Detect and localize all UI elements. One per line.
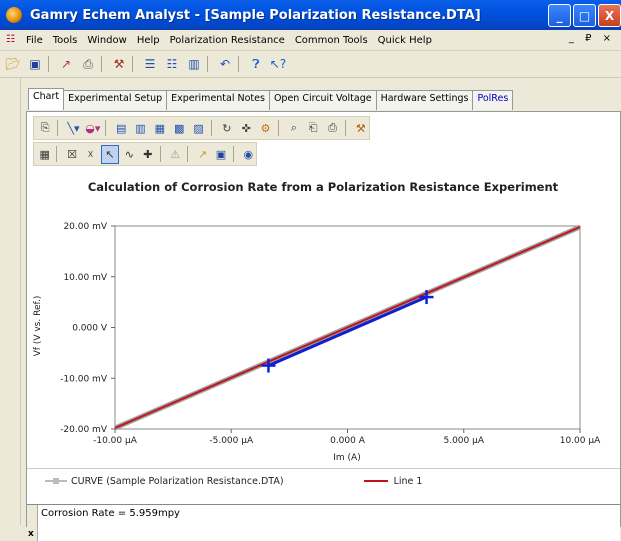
copy-icon[interactable]: ⎘ — [37, 120, 53, 137]
document-panel: Chart Experimental Setup Experimental No… — [22, 84, 621, 541]
grid-icon[interactable]: ▩ — [171, 120, 187, 137]
legend-item-curve[interactable]: CURVE (Sample Polarization Resistance.DT… — [45, 476, 284, 487]
help-icon[interactable]: ❓︎ — [247, 55, 265, 73]
legend-line1-label: Line 1 — [393, 475, 423, 487]
tab-experimental-setup[interactable]: Experimental Setup — [63, 90, 168, 110]
legend-curve-label: CURVE (Sample Polarization Resistance.DT… — [71, 475, 284, 487]
close-button[interactable]: X — [598, 4, 621, 27]
chart-toolbar-1: ⎘ ╲▾ ◒▾ ▤ ▥ ▦ ▩ ▨ ↻ ✜ ⚙ ⌕ ⎗ ⎙ ⚒ — [33, 116, 370, 140]
save-chart-icon[interactable]: ▣ — [213, 146, 228, 163]
tile-horizontal-icon[interactable]: ☰ — [141, 55, 159, 73]
menu-tools[interactable]: Tools — [53, 35, 78, 46]
chart-view-3-icon[interactable]: ▦ — [152, 120, 168, 137]
main-toolbar: 📂︎ ▣ ↗ ⎙ ⚒ ☰ ☷ ▥ ↶ ❓︎ ↖? — [0, 51, 621, 78]
y-tick-label: 20.00 mV — [63, 222, 107, 232]
cursor-y-icon[interactable]: ☓ — [83, 146, 98, 163]
x-axis-label: Im (A) — [333, 453, 360, 463]
menu-help[interactable]: Help — [137, 35, 160, 46]
tab-chart[interactable]: Chart — [28, 88, 65, 110]
gallery-icon[interactable]: ▨ — [190, 120, 206, 137]
zoom-icon[interactable]: ⌕ — [286, 120, 302, 137]
tools-icon[interactable]: ⚒ — [353, 120, 369, 137]
x-tick-label: -10.00 µA — [93, 436, 138, 446]
polarization-chart[interactable]: Calculation of Corrosion Rate from a Pol… — [27, 174, 620, 464]
x-tick-label: 10.00 µA — [560, 436, 601, 446]
color-icon[interactable]: ◒▾ — [85, 120, 101, 137]
save-icon[interactable]: ▣ — [26, 55, 44, 73]
x-tick-label: -5.000 µA — [209, 436, 254, 446]
menu-polarization-resistance[interactable]: Polarization Resistance — [170, 35, 285, 46]
results-panel-grip[interactable]: x — [27, 505, 38, 541]
crosshair-icon[interactable]: ✚ — [140, 146, 155, 163]
results-panel: x Corrosion Rate = 5.959mpy — [27, 504, 620, 541]
title-bar: Gamry Echem Analyst - [Sample Polarizati… — [0, 0, 621, 30]
x-tick-label: 5.000 µA — [443, 436, 484, 446]
left-dock-strip — [0, 78, 21, 525]
print-icon[interactable]: ⎙ — [79, 55, 97, 73]
minimize-button[interactable]: _ — [548, 4, 571, 27]
corrosion-rate-text: Corrosion Rate = 5.959mpy — [41, 508, 180, 519]
menu-bar: ☷ File Tools Window Help Polarization Re… — [0, 30, 621, 51]
view-icon[interactable]: ◉ — [241, 146, 256, 163]
menu-file[interactable]: File — [26, 35, 43, 46]
properties-icon[interactable]: ⚙ — [257, 120, 273, 137]
y-axis-label: Vf (V vs. Ref.) — [33, 296, 43, 357]
freehand-icon[interactable]: ∿ — [122, 146, 137, 163]
menu-common-tools[interactable]: Common Tools — [295, 35, 368, 46]
export-icon[interactable]: ⎗ — [305, 120, 321, 137]
app-icon — [6, 7, 22, 23]
menu-quick-help[interactable]: Quick Help — [378, 35, 432, 46]
y-tick-label: -20.00 mV — [60, 425, 108, 435]
chart-title: Calculation of Corrosion Rate from a Pol… — [88, 180, 559, 194]
menu-window[interactable]: Window — [87, 35, 126, 46]
chart-view-2-icon[interactable]: ▥ — [132, 120, 148, 137]
window-title: Gamry Echem Analyst - [Sample Polarizati… — [30, 7, 481, 23]
legend-item-line1[interactable]: Line 1 — [363, 475, 423, 487]
tab-polres[interactable]: PolRes — [472, 90, 514, 110]
cursor-x-icon[interactable]: ☒ — [64, 146, 79, 163]
mdi-controls[interactable]: _ ₽ × — [569, 33, 615, 44]
data-table-icon[interactable]: ▦ — [37, 146, 52, 163]
analysis-icon[interactable]: ⚒ — [110, 55, 128, 73]
undo-icon[interactable]: ↶ — [216, 55, 234, 73]
chart-toolbar-2: ▦ ☒ ☓ ↖ ∿ ✚ ⚠ ↗ ▣ ◉ — [33, 142, 257, 166]
tile-stack-icon[interactable]: ☷ — [163, 55, 181, 73]
y-tick-label: 10.00 mV — [63, 273, 107, 283]
tab-experimental-notes[interactable]: Experimental Notes — [166, 90, 270, 110]
tab-hardware-settings[interactable]: Hardware Settings — [375, 90, 474, 110]
pan-icon[interactable]: ✜ — [238, 120, 254, 137]
y-tick-label: -10.00 mV — [60, 374, 108, 384]
print-chart-icon[interactable]: ⎙ — [324, 120, 340, 137]
x-tick-label: 0.000 A — [330, 436, 366, 446]
chart-icon[interactable]: ↗ — [57, 55, 75, 73]
chart-tab-body: ⎘ ╲▾ ◒▾ ▤ ▥ ▦ ▩ ▨ ↻ ✜ ⚙ ⌕ ⎗ ⎙ ⚒ ▦ ☒ ☓ ↖ … — [26, 111, 621, 541]
tab-strip: Chart Experimental Setup Experimental No… — [28, 88, 514, 110]
warning-icon: ⚠ — [170, 147, 181, 161]
chart-type-icon[interactable]: ╲▾ — [65, 120, 81, 137]
select-pointer-icon[interactable]: ↖ — [101, 144, 119, 164]
tile-vertical-icon[interactable]: ▥ — [185, 55, 203, 73]
chart-legend: CURVE (Sample Polarization Resistance.DT… — [27, 468, 620, 493]
chart-view-1-icon[interactable]: ▤ — [113, 120, 129, 137]
document-icon[interactable]: ☷ — [6, 34, 16, 46]
chart-area[interactable]: Calculation of Corrosion Rate from a Pol… — [27, 174, 620, 464]
rotate-icon[interactable]: ↻ — [219, 120, 235, 137]
tab-open-circuit-voltage[interactable]: Open Circuit Voltage — [268, 90, 377, 110]
results-close-button[interactable]: x — [28, 529, 34, 539]
maximize-button[interactable]: □ — [573, 4, 596, 27]
y-tick-label: 0.000 V — [72, 324, 108, 334]
open-chart-icon[interactable]: ↗ — [195, 146, 210, 163]
open-folder-icon[interactable]: 📂︎ — [4, 55, 22, 73]
context-help-icon[interactable]: ↖? — [269, 55, 287, 73]
